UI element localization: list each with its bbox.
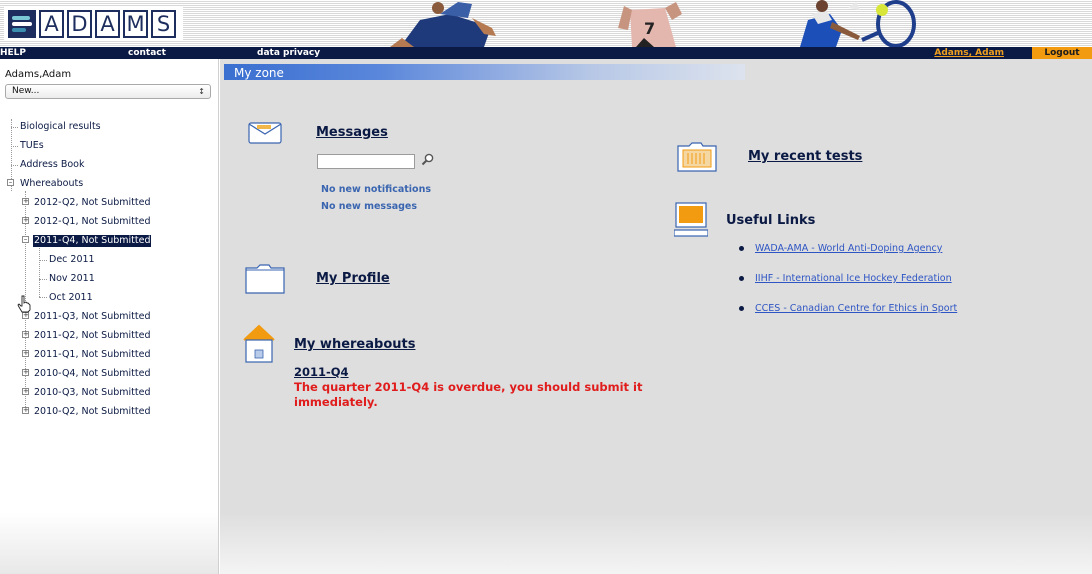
bullet-icon [739,306,744,311]
my-profile-link[interactable]: My Profile [316,271,390,286]
computer-icon [674,202,708,237]
expand-icon[interactable]: + [22,388,29,395]
messages-search-input[interactable] [317,154,415,169]
bullet-icon [739,276,744,281]
house-icon [243,324,275,363]
logo-letter: S [151,10,176,38]
whereabouts-quarter-link[interactable]: 2011-Q4 [294,365,349,379]
envelope-icon [248,122,282,144]
magnifier-icon[interactable] [421,153,435,167]
help-link[interactable]: HELP [0,47,26,59]
test-folder-icon [677,142,717,172]
folder-icon [245,264,285,294]
sidebar-item-address-book[interactable]: Address Book [20,159,85,171]
expand-icon[interactable]: + [22,369,29,376]
collapse-icon[interactable]: – [22,236,29,243]
logo-letter: A [39,10,64,38]
messages-status[interactable]: No new messages [321,201,417,212]
tree-month-oct-2011[interactable]: Oct 2011 [49,292,93,304]
tree-month-nov-2011[interactable]: Nov 2011 [49,273,95,285]
header-banner: A D A M S 7 [0,0,1092,47]
expand-icon[interactable]: + [22,217,29,224]
logo-letter: A [95,10,120,38]
zone-header-bar [224,64,745,80]
messages-link[interactable]: Messages [316,125,388,140]
select-value: New... [12,86,40,96]
expand-icon[interactable]: + [22,350,29,357]
my-whereabouts-link[interactable]: My whereabouts [294,337,415,352]
main-content: My zone Messages No new notifications No… [220,59,1092,574]
bullet-icon [739,246,744,251]
sidebar-item-biological-results[interactable]: Biological results [20,121,101,133]
sidebar-item-whereabouts[interactable]: Whereabouts [20,178,83,190]
tree-quarter-2010-q4[interactable]: 2010-Q4, Not Submitted [34,368,150,380]
expand-icon[interactable]: + [22,198,29,205]
page-title: My zone [234,66,284,80]
data-privacy-link[interactable]: data privacy [257,47,320,59]
expand-icon[interactable]: + [22,312,29,319]
expand-icon[interactable]: + [22,331,29,338]
athlete-photo-3 [800,0,916,47]
athlete-photo-1 [390,2,496,47]
svg-text:7: 7 [644,19,655,38]
useful-links-title: Useful Links [726,213,816,228]
hand-cursor-icon [17,295,31,313]
top-nav-bar: HELP contact data privacy Adams, Adam Lo… [0,47,1092,59]
tree-quarter-2010-q3[interactable]: 2010-Q3, Not Submitted [34,387,150,399]
adams-logo[interactable]: A D A M S [4,7,183,41]
logo-letter: M [123,10,148,38]
user-name-link[interactable]: Adams, Adam [934,47,1004,59]
expand-icon[interactable]: + [22,407,29,414]
sidebar: Adams,Adam New... ↕ Biological results T… [0,59,219,574]
logo-letter: D [67,10,92,38]
tree-quarter-2011-q3[interactable]: 2011-Q3, Not Submitted [34,311,150,323]
tree-quarter-2011-q1[interactable]: 2011-Q1, Not Submitted [34,349,150,361]
new-item-select[interactable]: New... ↕ [5,84,211,99]
cces-link[interactable]: CCES - Canadian Centre for Ethics in Spo… [755,303,957,314]
sidebar-item-tues[interactable]: TUEs [20,140,44,152]
iihf-link[interactable]: IIHF - International Ice Hockey Federati… [755,273,952,284]
tree-quarter-2011-q2[interactable]: 2011-Q2, Not Submitted [34,330,150,342]
sidebar-user-name: Adams,Adam [5,69,72,80]
tree-quarter-2012-q2[interactable]: 2012-Q2, Not Submitted [34,197,150,209]
collapse-whereabouts-icon[interactable]: – [7,179,14,186]
logout-button[interactable]: Logout [1032,47,1092,59]
tree-quarter-2011-q4[interactable]: 2011-Q4, Not Submitted [33,235,152,247]
tree-quarter-2010-q2[interactable]: 2010-Q2, Not Submitted [34,406,150,418]
wada-link[interactable]: WADA-AMA - World Anti-Doping Agency [755,243,942,254]
my-recent-tests-link[interactable]: My recent tests [748,149,862,164]
notifications-status[interactable]: No new notifications [321,184,431,195]
athlete-photo-2: 7 [618,2,682,47]
logo-mark-icon [8,10,36,38]
tree-quarter-2012-q1[interactable]: 2012-Q1, Not Submitted [34,216,150,228]
tree-month-dec-2011[interactable]: Dec 2011 [49,254,95,266]
overdue-warning: The quarter 2011-Q4 is overdue, you shou… [294,380,643,409]
select-arrows-icon: ↕ [198,87,205,96]
contact-link[interactable]: contact [128,47,166,59]
